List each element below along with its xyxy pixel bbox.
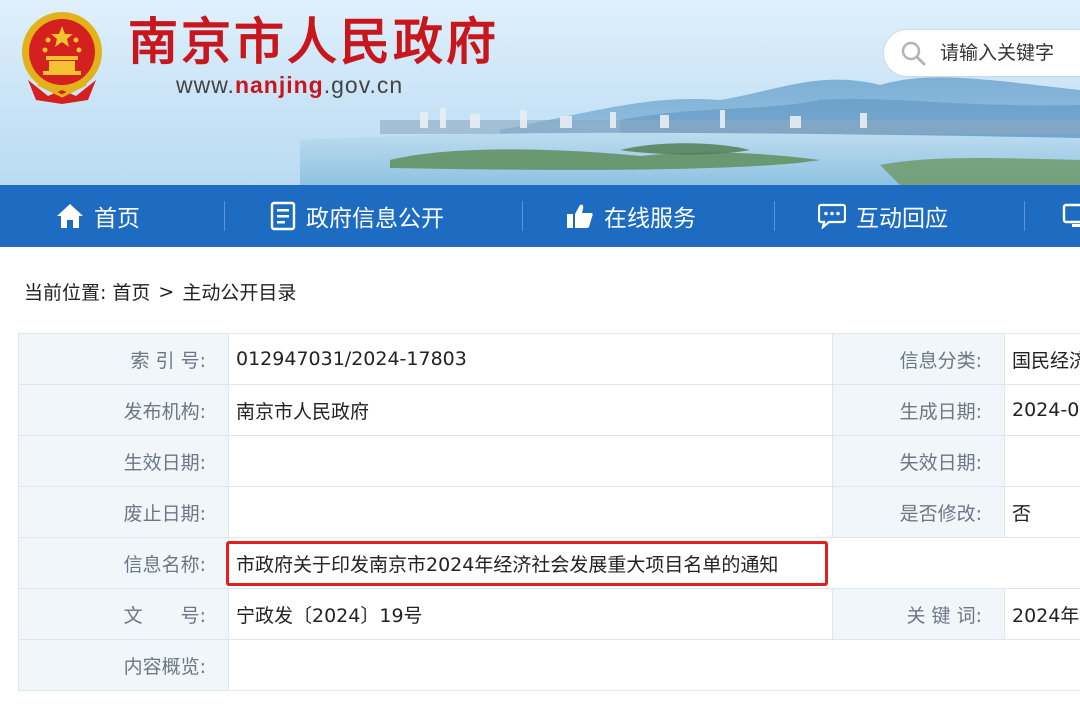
site-title[interactable]: 南京市人民政府 xyxy=(128,12,499,72)
repeal-date-value xyxy=(228,486,833,538)
url-suffix: .gov.cn xyxy=(323,72,404,98)
national-emblem-logo xyxy=(22,12,102,104)
expiry-date-label: 失效日期: xyxy=(832,435,1005,487)
url-brand: nanjing xyxy=(234,72,324,98)
publisher-label: 发布机构: xyxy=(18,384,229,436)
thumbs-up-icon xyxy=(567,204,593,228)
chat-icon xyxy=(818,203,846,229)
nav-item-label: 首页 xyxy=(94,206,140,232)
effective-date-value xyxy=(228,435,833,487)
created-date-label: 生成日期: xyxy=(832,384,1005,436)
category-value: 国民经济 xyxy=(1004,333,1080,385)
table-row: 发布机构: 南京市人民政府 生成日期: 2024-0 xyxy=(18,384,1080,436)
search-icon[interactable] xyxy=(900,40,926,66)
nav-item-online-service[interactable]: 在线服务 xyxy=(566,185,696,247)
site-url: www.nanjing.gov.cn xyxy=(176,72,403,99)
breadcrumb-home-link[interactable]: 首页 xyxy=(112,278,150,305)
modified-value: 否 xyxy=(1004,486,1080,538)
table-row: 信息名称: 市政府关于印发南京市2024年经济社会发展重大项目名单的通知 xyxy=(18,537,1080,589)
breadcrumb-separator: > xyxy=(158,280,175,303)
category-label: 信息分类: xyxy=(832,333,1005,385)
index-number-value: 012947031/2024-17803 xyxy=(228,333,833,385)
main-nav: 首页 政府信息公开 在线服务 互动回应 xyxy=(0,185,1080,247)
search-input[interactable] xyxy=(938,41,1080,65)
breadcrumb-prefix: 当前位置: xyxy=(24,282,107,304)
search-box[interactable] xyxy=(884,30,1080,76)
document-info-table: 索 引 号: 012947031/2024-17803 信息分类: 国民经济 发… xyxy=(18,333,1080,691)
nav-divider xyxy=(522,201,523,231)
summary-label: 内容概览: xyxy=(18,639,229,691)
document-icon xyxy=(270,201,296,231)
keywords-label: 关 键 词: xyxy=(832,588,1005,640)
publisher-value: 南京市人民政府 xyxy=(228,384,833,436)
url-prefix: www. xyxy=(176,72,235,98)
nav-item-interaction[interactable]: 互动回应 xyxy=(818,185,948,247)
table-row: 内容概览: xyxy=(18,639,1080,691)
table-row: 废止日期: 是否修改: 否 xyxy=(18,486,1080,538)
header-banner: 南京市人民政府 www.nanjing.gov.cn xyxy=(0,0,1080,185)
nav-item-home[interactable]: 首页 xyxy=(56,185,140,247)
nav-item-gov-info[interactable]: 政府信息公开 xyxy=(270,185,444,247)
info-title-label: 信息名称: xyxy=(18,537,229,589)
home-icon xyxy=(57,204,83,228)
breadcrumb-catalog-link[interactable]: 主动公开目录 xyxy=(182,278,296,305)
info-title-value: 市政府关于印发南京市2024年经济社会发展重大项目名单的通知 xyxy=(228,537,1080,589)
expiry-date-value xyxy=(1004,435,1080,487)
breadcrumb: 当前位置: 首页 > 主动公开目录 xyxy=(24,278,296,305)
document-number-value: 宁政发〔2024〕19号 xyxy=(228,588,833,640)
nav-item-label: 互动回应 xyxy=(856,206,948,232)
nav-divider xyxy=(1024,201,1025,231)
repeal-date-label: 废止日期: xyxy=(18,486,229,538)
index-number-label: 索 引 号: xyxy=(18,333,229,385)
nav-item-more[interactable] xyxy=(1062,185,1080,247)
created-date-value: 2024-0 xyxy=(1004,384,1080,436)
effective-date-label: 生效日期: xyxy=(18,435,229,487)
document-number-label: 文 号: xyxy=(18,588,229,640)
monitor-icon xyxy=(1062,203,1080,227)
nav-item-label: 政府信息公开 xyxy=(306,206,444,232)
nav-item-label: 在线服务 xyxy=(604,206,696,232)
nav-divider xyxy=(774,201,775,231)
keywords-value: 2024年 xyxy=(1004,588,1080,640)
summary-value xyxy=(228,639,1080,691)
nav-divider xyxy=(224,201,225,231)
table-row: 文 号: 宁政发〔2024〕19号 关 键 词: 2024年 xyxy=(18,588,1080,640)
table-row: 生效日期: 失效日期: xyxy=(18,435,1080,487)
modified-label: 是否修改: xyxy=(832,486,1005,538)
table-row: 索 引 号: 012947031/2024-17803 信息分类: 国民经济 xyxy=(18,333,1080,385)
